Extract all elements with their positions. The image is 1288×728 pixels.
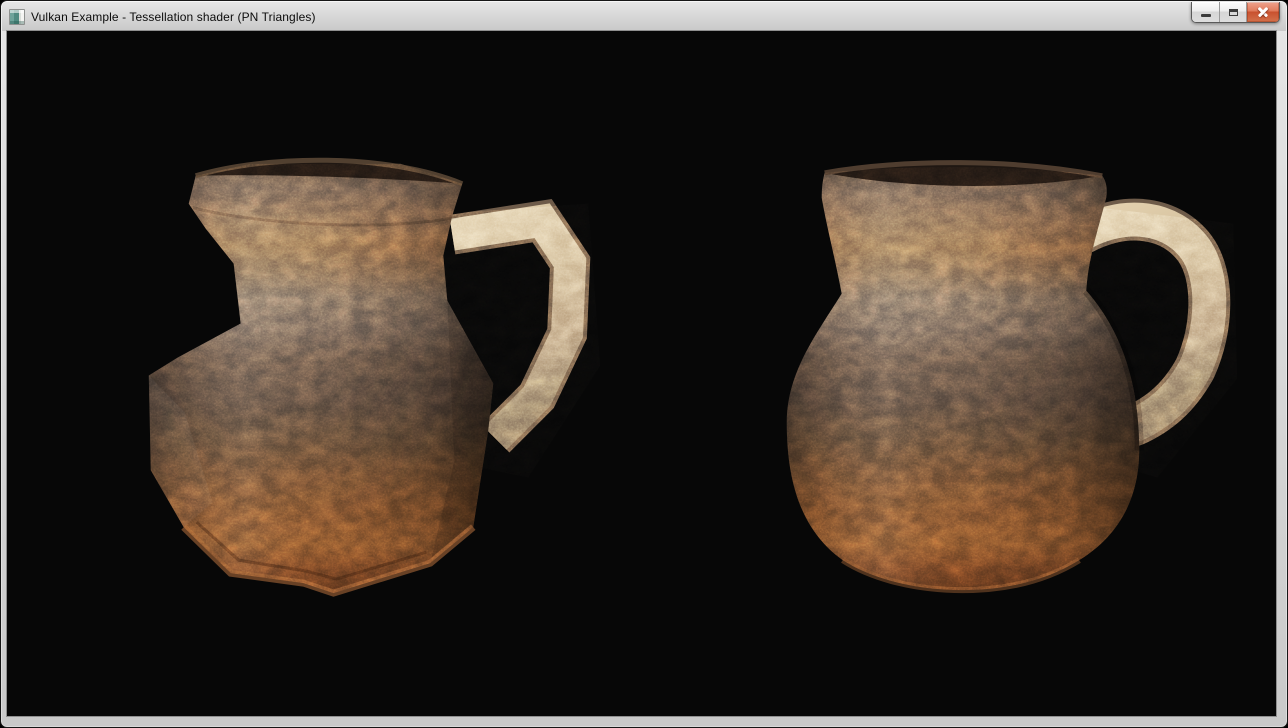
maximize-icon	[1229, 9, 1238, 16]
minimize-button[interactable]	[1192, 2, 1220, 22]
minimize-icon	[1201, 14, 1211, 17]
app-icon[interactable]	[9, 9, 25, 25]
close-button[interactable]	[1247, 2, 1279, 22]
maximize-button[interactable]	[1220, 2, 1247, 22]
jug-tessellated	[766, 146, 1250, 615]
window-title: Vulkan Example - Tessellation shader (PN…	[31, 11, 316, 23]
app-window: Vulkan Example - Tessellation shader (PN…	[0, 0, 1288, 728]
titlebar[interactable]: Vulkan Example - Tessellation shader (PN…	[2, 2, 1286, 31]
jug-low-poly	[127, 146, 606, 615]
vulkan-scene	[7, 31, 1276, 716]
render-viewport[interactable]	[7, 31, 1276, 716]
window-controls	[1191, 2, 1280, 23]
close-icon	[1257, 6, 1270, 19]
